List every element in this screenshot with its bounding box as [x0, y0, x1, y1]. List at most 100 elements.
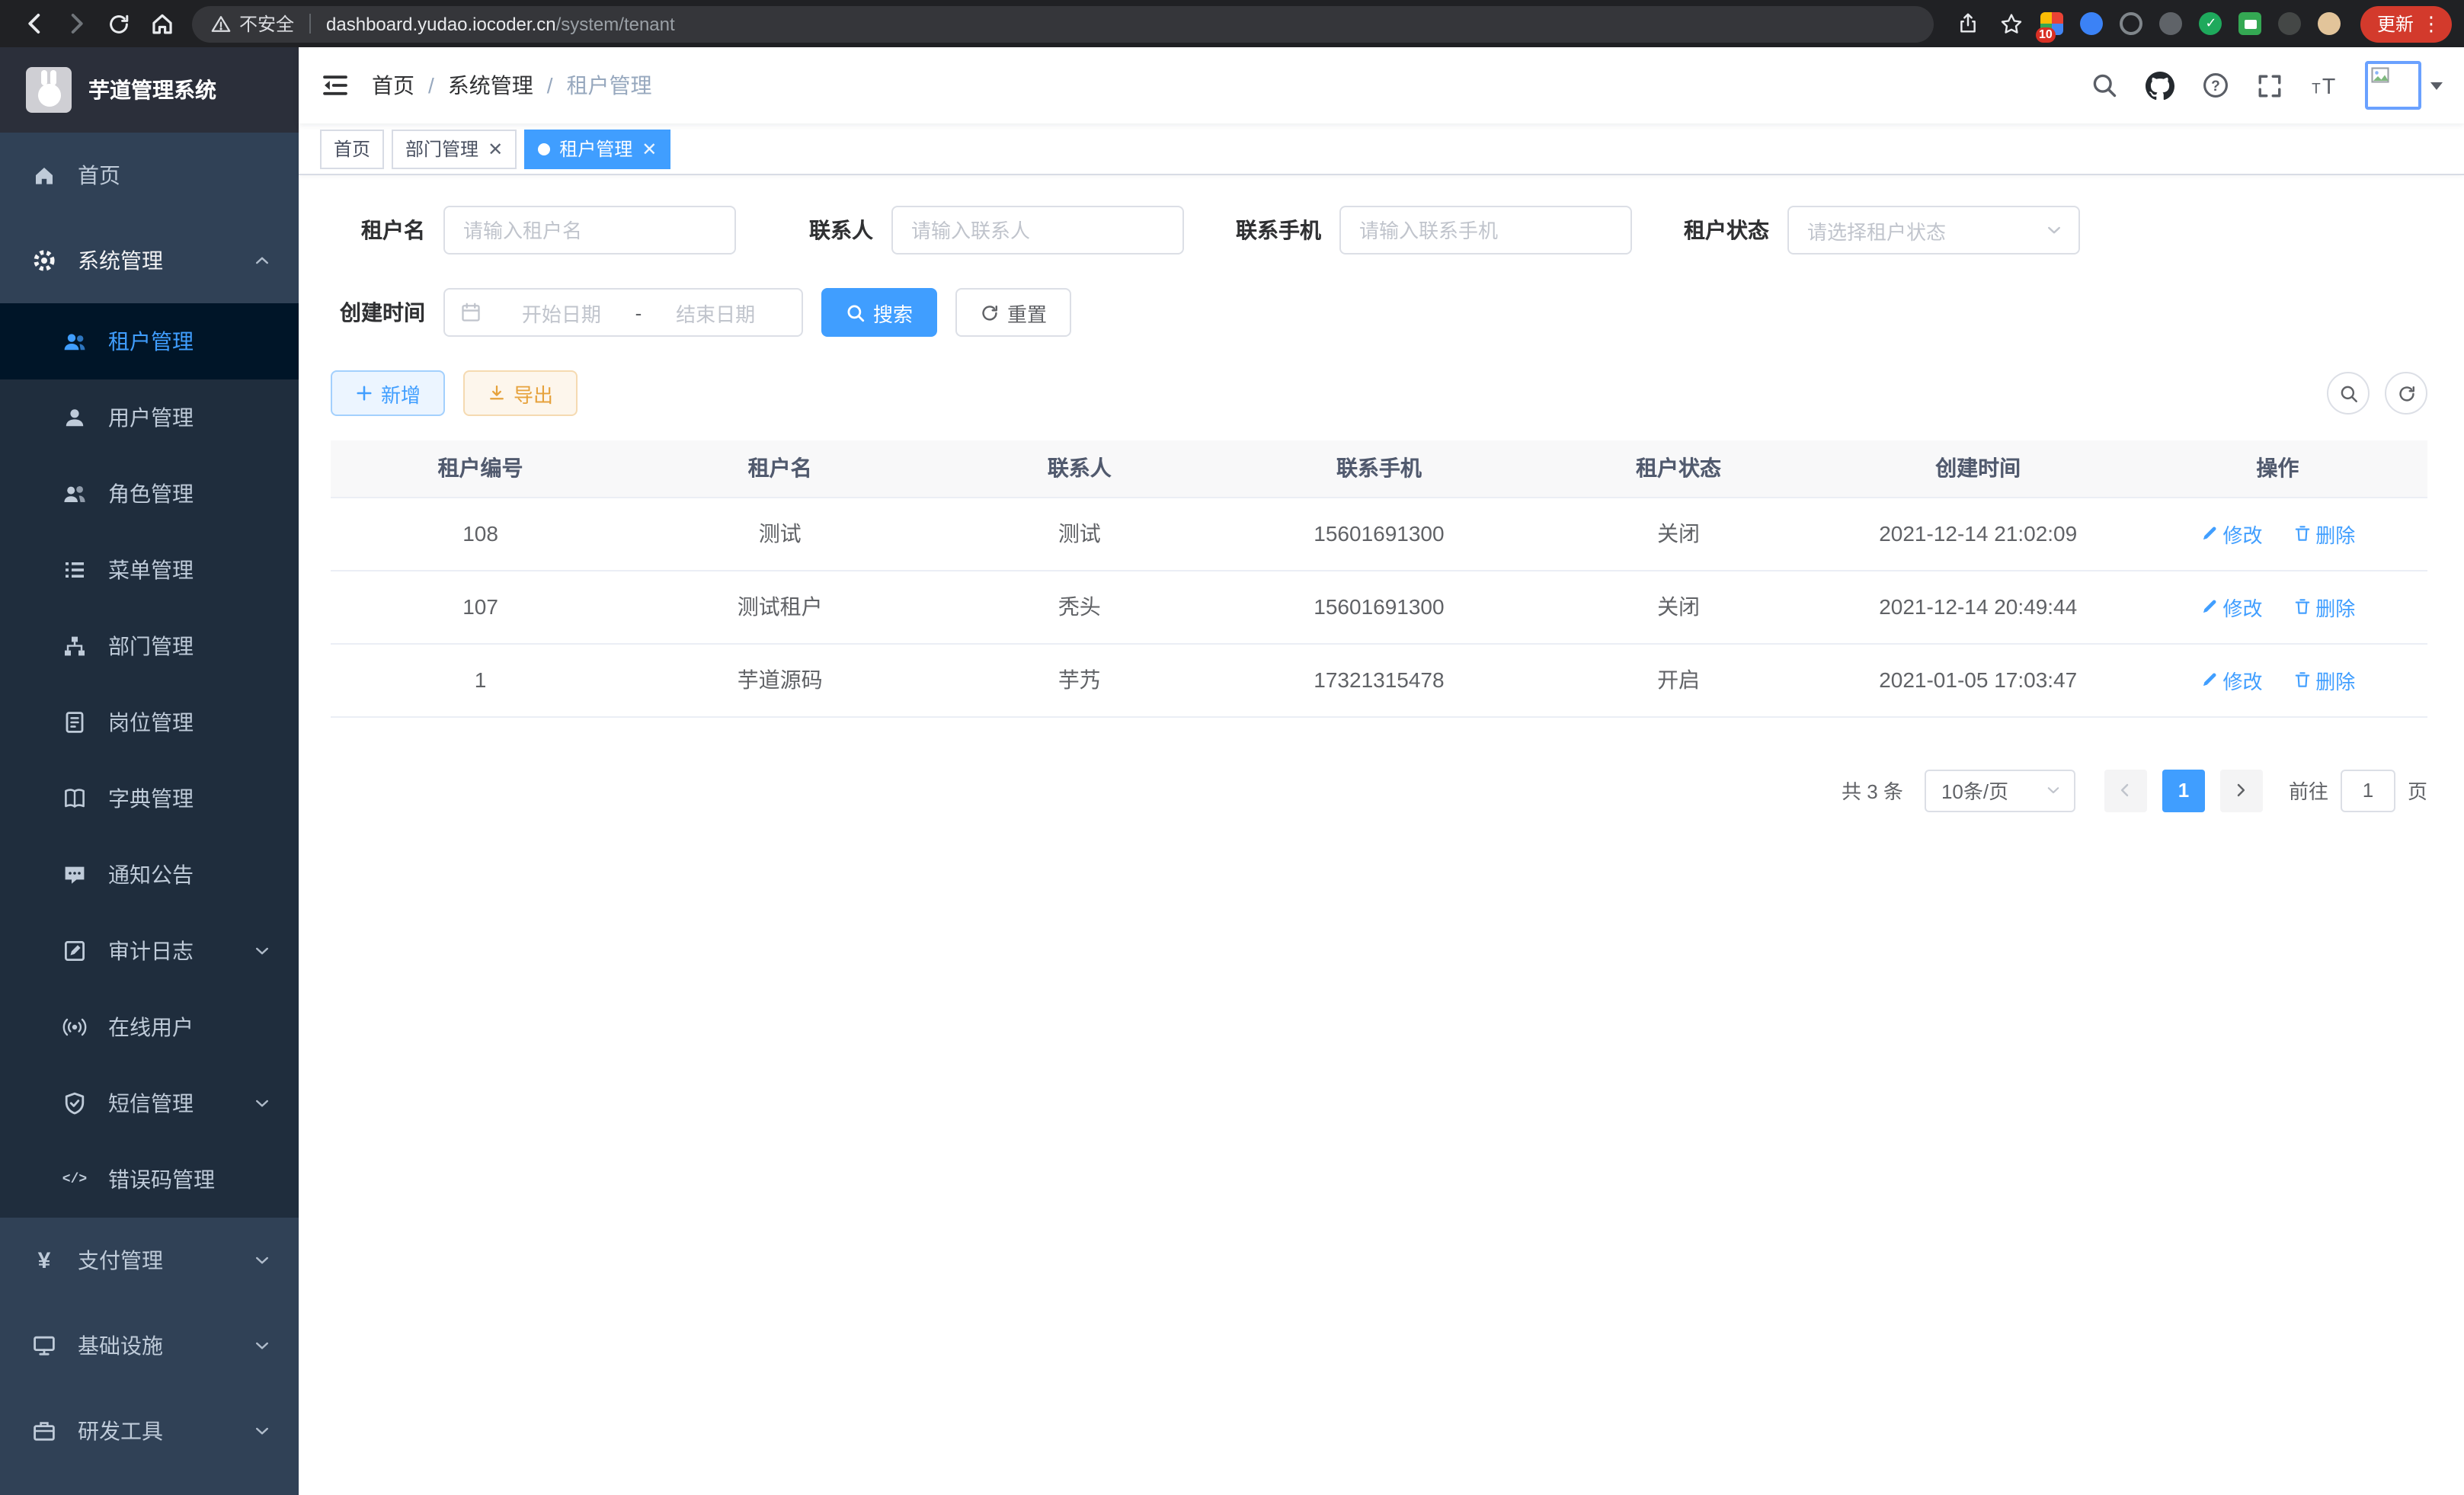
sidebar-item-home[interactable]: 首页: [0, 133, 299, 218]
fullscreen-icon[interactable]: [2243, 72, 2296, 98]
search-icon[interactable]: [2077, 72, 2132, 99]
date-start-placeholder: 开始日期: [491, 298, 632, 327]
active-dot: [538, 142, 550, 155]
edit-doc-icon: [61, 939, 88, 963]
sidebar-item-system[interactable]: 系统管理: [0, 218, 299, 303]
close-icon[interactable]: ✕: [642, 139, 657, 158]
edit-link[interactable]: 修改: [2200, 592, 2262, 621]
sidebar-item-notice[interactable]: 通知公告: [0, 837, 299, 913]
sidebar-item-sms[interactable]: 短信管理: [0, 1065, 299, 1141]
bookmark-star-icon[interactable]: [1992, 4, 2031, 43]
delete-link[interactable]: 删除: [2293, 665, 2355, 694]
sidebar-item-menu[interactable]: 菜单管理: [0, 532, 299, 608]
goto-page-input[interactable]: [2341, 769, 2395, 812]
browser-update-button[interactable]: 更新 ⋮: [2360, 5, 2452, 42]
delete-link[interactable]: 删除: [2293, 519, 2355, 548]
cell-id: 108: [331, 497, 630, 570]
cell-status: 关闭: [1529, 570, 1829, 643]
address-bar[interactable]: 不安全 dashboard.yudao.iocoder.cn/system/te…: [192, 5, 1934, 42]
toggle-search-button[interactable]: [2327, 372, 2370, 415]
date-range-picker[interactable]: 开始日期 - 结束日期: [443, 288, 803, 337]
tab-label: 部门管理: [405, 136, 478, 162]
sidebar-item-infra[interactable]: 基础设施: [0, 1303, 299, 1388]
github-icon[interactable]: [2132, 71, 2188, 100]
edit-link[interactable]: 修改: [2200, 665, 2262, 694]
puzzle-extension-icon[interactable]: [2272, 4, 2309, 43]
sidebar-item-label: 角色管理: [108, 479, 194, 509]
extension-icon[interactable]: [2232, 4, 2269, 43]
goto-label: 前往: [2289, 776, 2328, 805]
browser-back-icon[interactable]: [12, 4, 55, 43]
sidebar-item-payment[interactable]: ¥ 支付管理: [0, 1218, 299, 1303]
phone-input[interactable]: [1339, 206, 1632, 255]
tab-home[interactable]: 首页: [320, 129, 384, 168]
browser-reload-icon[interactable]: [98, 4, 140, 43]
extension-icon[interactable]: [2074, 4, 2110, 43]
status-select[interactable]: 请选择租户状态: [1787, 206, 2080, 255]
help-icon[interactable]: ?: [2188, 72, 2243, 99]
search-button[interactable]: 搜索: [821, 288, 937, 337]
delete-link[interactable]: 删除: [2293, 592, 2355, 621]
sidebar-item-label: 部门管理: [108, 631, 194, 661]
sidebar-item-label: 通知公告: [108, 860, 194, 890]
page-number-current[interactable]: 1: [2162, 769, 2205, 812]
sidebar-item-label: 在线用户: [108, 1012, 194, 1042]
tenant-name-input[interactable]: [443, 206, 736, 255]
sidebar-item-post[interactable]: 岗位管理: [0, 684, 299, 760]
tab-tenant[interactable]: 租户管理 ✕: [524, 129, 670, 168]
chevron-right-icon: [2233, 782, 2250, 799]
extension-icon[interactable]: 10: [2034, 4, 2071, 43]
refresh-button[interactable]: [2385, 372, 2427, 415]
app-logo[interactable]: 芋道管理系统: [0, 47, 299, 133]
font-size-icon[interactable]: TT: [2296, 72, 2353, 98]
sidebar-item-error-code[interactable]: </> 错误码管理: [0, 1141, 299, 1218]
cell-created: 2021-12-14 20:49:44: [1829, 570, 2128, 643]
tab-bar: 首页 部门管理 ✕ 租户管理 ✕: [299, 123, 2464, 175]
chevron-down-icon: [2045, 782, 2062, 799]
svg-text:T: T: [2322, 74, 2335, 98]
contact-label: 联系人: [779, 215, 873, 245]
next-page-button[interactable]: [2220, 769, 2263, 812]
sidebar-item-dept[interactable]: 部门管理: [0, 608, 299, 684]
goto-unit: 页: [2408, 776, 2427, 805]
monitor-icon: [30, 1333, 58, 1358]
cell-created: 2021-01-05 17:03:47: [1829, 643, 2128, 716]
badge-icon: [61, 710, 88, 735]
close-icon[interactable]: ✕: [488, 139, 503, 158]
sidebar-item-audit-log[interactable]: 审计日志: [0, 913, 299, 989]
page-size-select[interactable]: 10条/页: [1925, 769, 2075, 812]
reset-button[interactable]: 重置: [955, 288, 1071, 337]
sidebar-item-role[interactable]: 角色管理: [0, 456, 299, 532]
sidebar-toggle-icon[interactable]: [299, 47, 372, 123]
site-security[interactable]: 不安全: [210, 11, 294, 37]
pagination-total: 共 3 条: [1842, 776, 1903, 805]
browser-forward-icon[interactable]: [55, 4, 98, 43]
extension-icon[interactable]: [2312, 4, 2348, 43]
contact-input[interactable]: [891, 206, 1184, 255]
kebab-menu-icon[interactable]: ⋮: [2421, 14, 2441, 34]
browser-home-icon[interactable]: [140, 4, 183, 43]
export-button[interactable]: 导出: [463, 370, 578, 416]
browser-actions: 10 ✓ 更新 ⋮: [1949, 4, 2452, 43]
sidebar-item-dev-tools[interactable]: 研发工具: [0, 1388, 299, 1474]
sidebar-item-dict[interactable]: 字典管理: [0, 760, 299, 837]
breadcrumb-section[interactable]: 系统管理: [448, 70, 533, 101]
user-menu[interactable]: [2365, 61, 2443, 110]
extension-icon[interactable]: [2153, 4, 2190, 43]
extension-icon[interactable]: [2114, 4, 2150, 43]
share-icon[interactable]: [1949, 4, 1989, 43]
table-toolbar: 新增 导出: [331, 370, 2427, 416]
breadcrumb-home[interactable]: 首页: [372, 70, 414, 101]
edit-icon: [2200, 524, 2218, 543]
calendar-icon: [460, 302, 482, 323]
sidebar-item-label: 租户管理: [108, 326, 194, 357]
prev-page-button[interactable]: [2104, 769, 2147, 812]
tab-dept[interactable]: 部门管理 ✕: [392, 129, 517, 168]
sidebar-item-online-user[interactable]: 在线用户: [0, 989, 299, 1065]
add-button[interactable]: 新增: [331, 370, 445, 416]
date-separator: -: [632, 301, 645, 324]
sidebar-item-tenant[interactable]: 租户管理: [0, 303, 299, 379]
extension-icon[interactable]: ✓: [2193, 4, 2229, 43]
edit-link[interactable]: 修改: [2200, 519, 2262, 548]
sidebar-item-user[interactable]: 用户管理: [0, 379, 299, 456]
